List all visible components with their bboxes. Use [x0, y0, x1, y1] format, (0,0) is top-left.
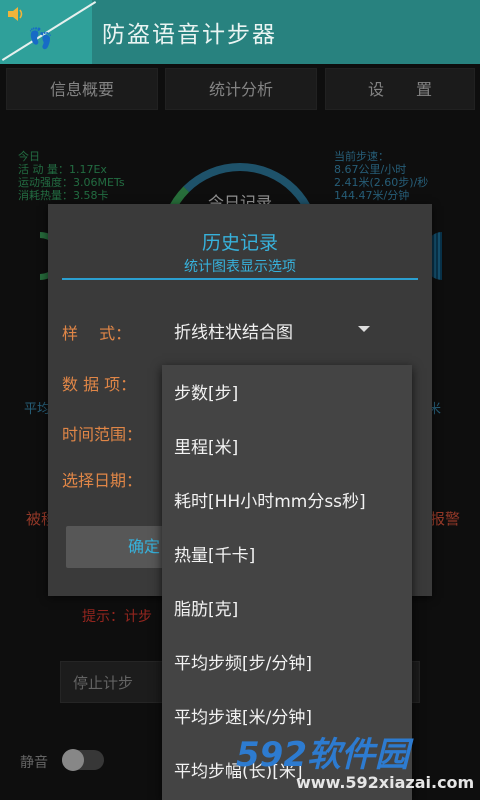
dialog-subtitle: 统计图表显示选项: [184, 259, 296, 275]
style-select[interactable]: 折线柱状结合图: [174, 318, 293, 343]
dropdown-item-avg-cadence[interactable]: 平均步频[步/分钟]: [162, 637, 412, 691]
app-logo: 👣: [0, 0, 97, 64]
dropdown-item-calories[interactable]: 热量[千卡]: [162, 529, 412, 583]
footprints-icon: 👣: [28, 26, 53, 50]
dropdown-item-fat[interactable]: 脂肪[克]: [162, 583, 412, 637]
watermark-url: www.592xiazai.com: [296, 773, 475, 792]
app-titlebar: 👣 防盗语音计步器: [0, 0, 480, 64]
data-item-label: 数 据 项：: [62, 375, 137, 394]
dialog-divider: [62, 278, 418, 280]
select-date-label: 选择日期：: [62, 471, 143, 490]
time-range-label: 时间范围：: [62, 425, 143, 444]
chevron-down-icon[interactable]: [358, 326, 370, 332]
speaker-icon[interactable]: [6, 5, 26, 23]
watermark-logo: 592软件园 www.592xiazai.com: [236, 727, 480, 800]
dropdown-item-distance[interactable]: 里程[米]: [162, 421, 412, 475]
style-label: 样 式：: [62, 324, 132, 343]
dropdown-item-steps[interactable]: 步数[步]: [162, 367, 412, 421]
watermark-brand: 592软件园: [236, 735, 409, 775]
app-title: 防盗语音计步器: [102, 22, 277, 48]
dialog-title: 历史记录: [201, 232, 278, 254]
confirm-button[interactable]: 确定: [66, 526, 166, 568]
dropdown-item-duration[interactable]: 耗时[HH小时mm分ss秒]: [162, 475, 412, 529]
